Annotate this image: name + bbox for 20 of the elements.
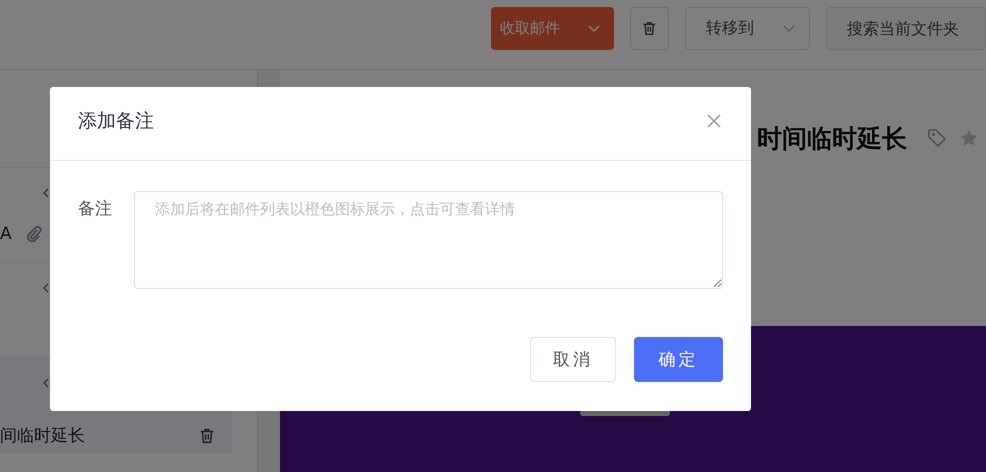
move-to-dropdown[interactable]: 转移到 [684,7,810,50]
chevron-left-icon [43,378,49,388]
dialog-title: 添加备注 [78,108,154,134]
chevron-left-icon [43,188,49,198]
note-field[interactable]: 添加后将在邮件列表以橙色图标展示，点击可查看详情 [134,191,723,289]
cancel-button[interactable]: 取消 [530,337,616,382]
mail-subject: A [0,224,12,244]
mail-subject: 间临时延长 [0,425,85,447]
chevron-left-icon [43,283,49,293]
delete-icon[interactable] [198,426,216,444]
caret-icon[interactable] [782,24,795,32]
confirm-button[interactable]: 确定 [634,337,723,382]
close-icon[interactable] [707,114,721,128]
tag-icon[interactable] [927,128,947,148]
receive-mail-button[interactable]: 收取邮件 [491,7,614,50]
search-field[interactable]: 搜索当前文件夹 [826,7,986,50]
field-label: 备注 [78,198,112,220]
star-icon[interactable] [959,128,979,148]
delete-button[interactable] [630,7,669,50]
mail-subject-heading: 时间临时延长 [757,123,907,155]
